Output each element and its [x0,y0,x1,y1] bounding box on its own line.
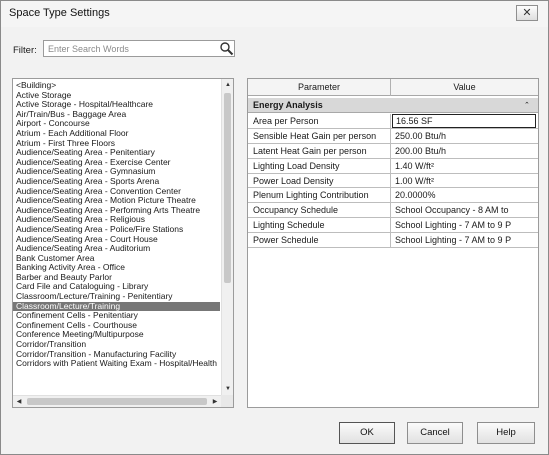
vertical-scrollbar[interactable]: ▲ ▼ [221,79,233,395]
list-item[interactable]: Audience/Seating Area - Sports Arena [13,177,220,187]
parameter-value[interactable]: 1.40 W/ft² [391,159,538,173]
parameter-name: Sensible Heat Gain per person [248,128,391,143]
property-row: Lighting Schedule School Lighting - 7 AM … [248,218,538,234]
list-item[interactable]: Active Storage - Hospital/Healthcare [13,100,220,110]
parameter-value[interactable]: 1.00 W/ft² [391,174,538,188]
search-box [43,40,235,57]
collapse-icon[interactable]: ⌃ [524,101,530,109]
list-item[interactable]: Classroom/Lecture/Training [13,301,220,312]
parameters-grid: Parameter Value Energy Analysis ⌃ Area p… [247,78,539,408]
grid-header: Parameter Value [248,79,538,96]
parameter-value[interactable]: 200.00 Btu/h [391,144,538,158]
parameter-name: Occupancy Schedule [248,203,391,218]
list-item[interactable]: Bank Customer Area [13,254,220,264]
list-item[interactable]: Audience/Seating Area - Police/Fire Stat… [13,225,220,235]
list-item[interactable]: Audience/Seating Area - Gymnasium [13,167,220,177]
list-item[interactable]: Audience/Seating Area - Religious [13,215,220,225]
list-item[interactable]: Atrium - First Three Floors [13,139,220,149]
group-label: Energy Analysis [253,100,323,110]
list-item[interactable]: Audience/Seating Area - Motion Picture T… [13,196,220,206]
property-row: Latent Heat Gain per person 200.00 Btu/h [248,143,538,159]
list-item[interactable]: Audience/Seating Area - Court House [13,235,220,245]
scroll-thumb[interactable] [224,93,231,283]
list-item[interactable]: Audience/Seating Area - Performing Arts … [13,206,220,216]
list-item[interactable]: <Building> [13,81,220,91]
scrollbar-corner [221,395,233,407]
list-item[interactable]: Conference Meeting/Multipurpose [13,330,220,340]
parameter-name: Power Schedule [248,233,391,248]
parameter-value[interactable]: 250.00 Btu/h [391,129,538,143]
list-item[interactable]: Confinement Cells - Courthouse [13,321,220,331]
list-item[interactable]: Confinement Cells - Penitentiary [13,311,220,321]
list-item[interactable]: Active Storage [13,91,220,101]
list-item[interactable]: Audience/Seating Area - Auditorium [13,244,220,254]
help-button[interactable]: Help [477,422,535,444]
property-row: Area per Person 16.56 SF [248,114,538,129]
close-button[interactable]: ✕ [516,5,538,21]
scroll-left-icon[interactable]: ◀ [13,396,25,407]
space-type-items: <Building> Active Storage Active Storage -… [13,81,220,395]
cancel-button[interactable]: Cancel [407,422,463,444]
property-row: Sensible Heat Gain per person 250.00 Btu/… [248,128,538,144]
property-row: Power Load Density 1.00 W/ft² [248,173,538,189]
value-column-header[interactable]: Value [391,79,538,96]
list-item[interactable]: Corridor/Transition - Manufacturing Faci… [13,350,220,360]
parameter-name: Lighting Load Density [248,158,391,173]
property-row: Lighting Load Density 1.40 W/ft² [248,158,538,174]
scroll-right-icon[interactable]: ▶ [209,396,221,407]
parameter-name: Latent Heat Gain per person [248,143,391,158]
parameter-value[interactable]: 20.0000% [391,188,538,202]
search-icon[interactable] [219,41,234,56]
scroll-up-icon[interactable]: ▲ [222,79,233,91]
list-item[interactable]: Audience/Seating Area - Convention Cente… [13,187,220,197]
list-item[interactable]: Card File and Cataloguing - Library [13,282,220,292]
energy-analysis-group[interactable]: Energy Analysis ⌃ [248,98,538,113]
list-item[interactable]: Classroom/Lecture/Training - Penitentiar… [13,292,220,302]
parameter-value[interactable]: 16.56 SF [392,114,536,128]
list-item[interactable]: Audience/Seating Area - Exercise Center [13,158,220,168]
list-item[interactable]: Airport - Concourse [13,119,220,129]
search-input[interactable] [44,41,216,56]
space-type-settings-dialog: Space Type Settings ✕ Filter: <Building>… [0,0,549,455]
list-item[interactable]: Corridor/Transition [13,340,220,350]
parameter-value[interactable]: School Lighting - 7 AM to 9 P [391,233,538,247]
parameter-name: Plenum Lighting Contribution [248,188,391,203]
parameter-name: Power Load Density [248,173,391,188]
property-row: Power Schedule School Lighting - 7 AM to … [248,233,538,249]
property-row: Occupancy Schedule School Occupancy - 8 A… [248,203,538,219]
property-row: Plenum Lighting Contribution 20.0000% [248,188,538,204]
parameter-column-header[interactable]: Parameter [248,79,391,96]
property-rows: Area per Person 16.56 SF Sensible Heat Gai… [248,114,538,249]
title-bar: Space Type Settings ✕ [1,1,548,27]
parameter-name: Area per Person [248,114,391,128]
parameter-value[interactable]: School Occupancy - 8 AM to [391,203,538,217]
filter-label: Filter: [13,45,37,56]
ok-button[interactable]: OK [339,422,395,444]
dialog-title: Space Type Settings [9,7,110,19]
list-item[interactable]: Barber and Beauty Parlor [13,273,220,283]
parameter-name: Lighting Schedule [248,218,391,233]
parameter-value[interactable]: School Lighting - 7 AM to 9 P [391,218,538,232]
list-item[interactable]: Air/Train/Bus - Baggage Area [13,110,220,120]
space-type-list[interactable]: <Building> Active Storage Active Storage -… [12,78,234,408]
scroll-down-icon[interactable]: ▼ [222,383,233,395]
horizontal-scrollbar[interactable]: ◀ ▶ [13,395,221,407]
list-item[interactable]: Banking Activity Area - Office [13,263,220,273]
list-item[interactable]: Audience/Seating Area - Penitentiary [13,148,220,158]
list-item[interactable]: Corridors with Patient Waiting Exam - Ho… [13,359,220,369]
scroll-thumb[interactable] [27,398,207,405]
list-item[interactable]: Atrium - Each Additional Floor [13,129,220,139]
